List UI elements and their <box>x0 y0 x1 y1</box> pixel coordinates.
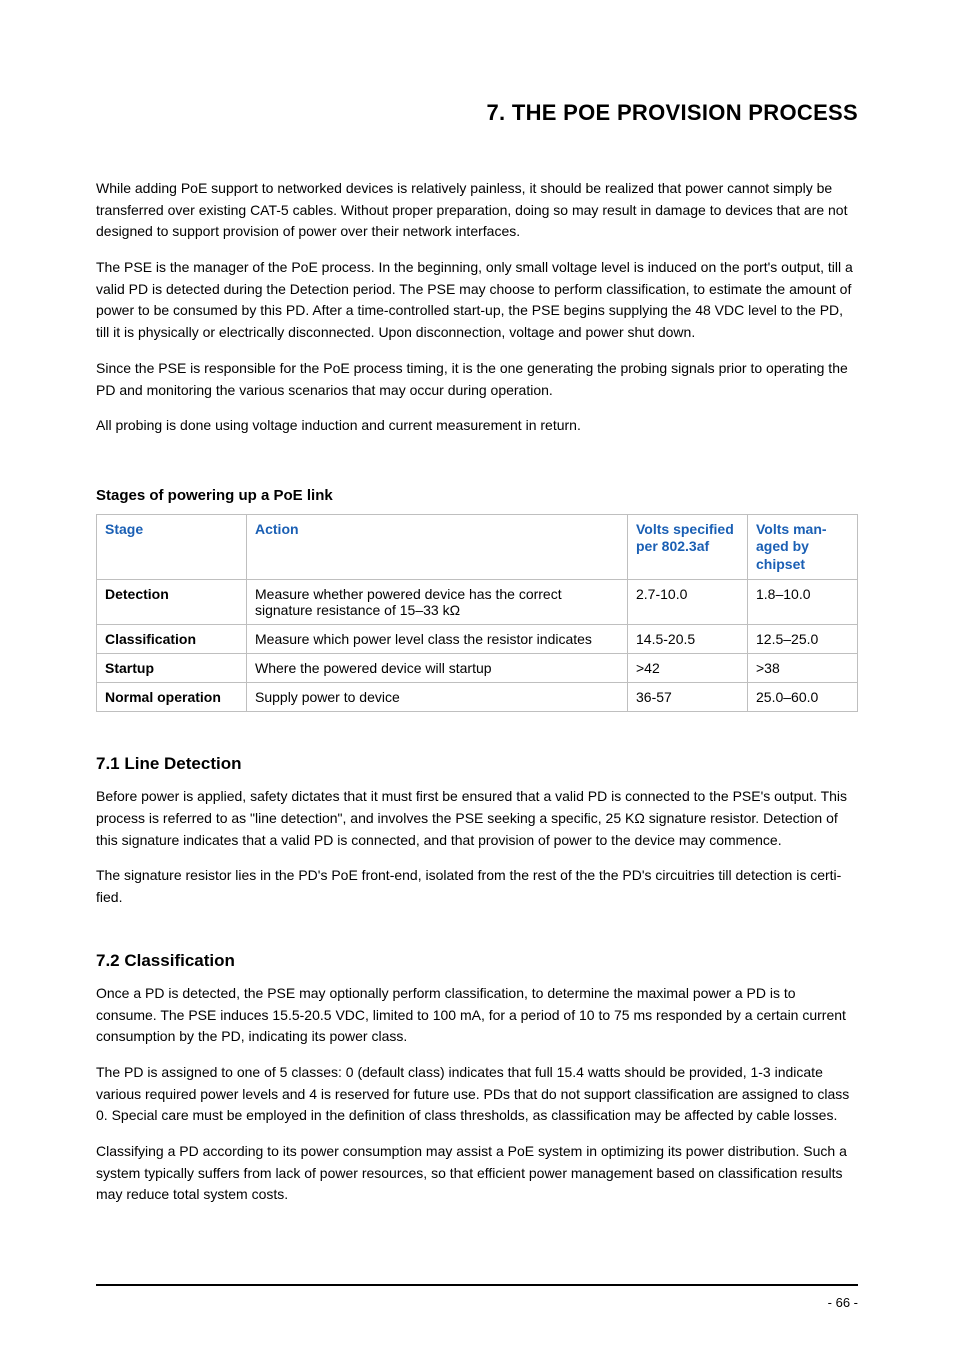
cell-volts-chipset: 1.8–10.0 <box>748 580 858 625</box>
th-action: Action <box>247 514 628 580</box>
cell-volts-chipset: >38 <box>748 654 858 683</box>
table-caption: Stages of powering up a PoE link <box>96 487 858 504</box>
page: 7. THE POE PROVISION PROCESS While addin… <box>0 0 954 1350</box>
cell-stage: Classification <box>97 625 247 654</box>
cell-stage: Startup <box>97 654 247 683</box>
section-7-1-paragraph: The signature resistor lies in the PD's … <box>96 865 858 908</box>
section-7-1-paragraph: Before power is applied, safety dictates… <box>96 786 858 851</box>
section-7-2-paragraph: The PD is assigned to one of 5 classes: … <box>96 1062 858 1127</box>
cell-stage: Detection <box>97 580 247 625</box>
page-number: - 66 - <box>828 1295 858 1310</box>
cell-action: Where the powered device will startup <box>247 654 628 683</box>
section-heading-7-1: 7.1 Line Detection <box>96 754 858 774</box>
cell-volts-spec: >42 <box>628 654 748 683</box>
table-header-row: Stage Action Volts speci­fied per 802.3a… <box>97 514 858 580</box>
chapter-title: 7. THE POE PROVISION PROCESS <box>96 100 858 126</box>
section-heading-7-2: 7.2 Classification <box>96 951 858 971</box>
table-row: Normal operation Supply power to device … <box>97 683 858 712</box>
table-row: Detection Measure whether powered device… <box>97 580 858 625</box>
section-7-2-paragraph: Once a PD is detected, the PSE may optio… <box>96 983 858 1048</box>
intro-paragraph: All probing is done using voltage induct… <box>96 415 858 437</box>
cell-volts-chipset: 25.0–60.0 <box>748 683 858 712</box>
stages-table: Stage Action Volts speci­fied per 802.3a… <box>96 514 858 713</box>
cell-volts-spec: 36-57 <box>628 683 748 712</box>
th-volts-chipset: Volts man­aged by chipset <box>748 514 858 580</box>
cell-action: Measure whether powered device has the c… <box>247 580 628 625</box>
section-7-2-paragraph: Classifying a PD according to its power … <box>96 1141 858 1206</box>
th-volts-spec: Volts speci­fied per 802.3af <box>628 514 748 580</box>
footer-rule <box>96 1284 858 1286</box>
cell-action: Supply power to device <box>247 683 628 712</box>
cell-volts-spec: 14.5-20.5 <box>628 625 748 654</box>
intro-paragraph: Since the PSE is responsible for the PoE… <box>96 358 858 401</box>
intro-paragraph: While adding PoE support to networked de… <box>96 178 858 243</box>
table-row: Classification Measure which power level… <box>97 625 858 654</box>
table-row: Startup Where the powered device will st… <box>97 654 858 683</box>
intro-paragraph: The PSE is the manager of the PoE proces… <box>96 257 858 344</box>
cell-volts-chipset: 12.5–25.0 <box>748 625 858 654</box>
cell-volts-spec: 2.7-10.0 <box>628 580 748 625</box>
cell-stage: Normal operation <box>97 683 247 712</box>
cell-action: Measure which power level class the resi… <box>247 625 628 654</box>
th-stage: Stage <box>97 514 247 580</box>
